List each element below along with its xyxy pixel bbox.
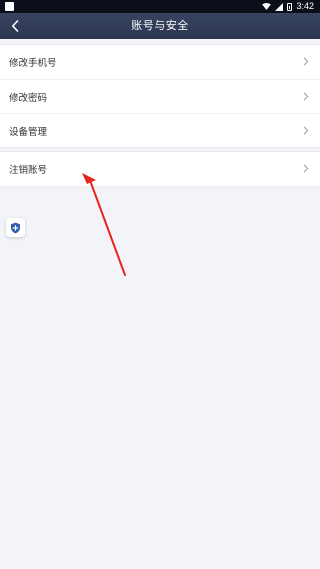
list-item-change-phone[interactable]: 修改手机号 — [0, 45, 320, 79]
chevron-right-icon — [303, 126, 309, 135]
list-item-label: 修改手机号 — [9, 58, 57, 69]
status-bar: 3:42 — [0, 0, 320, 13]
battery-icon — [287, 2, 293, 11]
notification-icon — [5, 2, 14, 11]
list-item-label: 设备管理 — [9, 126, 48, 138]
wifi-icon — [262, 3, 272, 10]
floating-shield-button[interactable] — [6, 218, 25, 237]
chevron-right-icon — [303, 92, 309, 101]
settings-group-account: 修改手机号 修改密码 设备管理 — [0, 44, 320, 148]
chevron-right-icon — [303, 164, 309, 173]
list-item-device-management[interactable]: 设备管理 — [0, 113, 320, 147]
chevron-right-icon — [303, 57, 309, 66]
list-item-label: 注销账号 — [9, 165, 48, 176]
status-icons: 3:42 — [262, 0, 314, 13]
list-item-label: 修改密码 — [9, 92, 48, 104]
nav-bar: 账号与安全 — [0, 13, 320, 39]
list-item-change-password[interactable]: 修改密码 — [0, 79, 320, 113]
page-title: 账号与安全 — [131, 19, 189, 32]
shield-plus-icon — [11, 222, 20, 233]
list-item-deactivate-account[interactable]: 注销账号 — [0, 152, 320, 186]
signal-icon — [275, 2, 284, 11]
status-time: 3:42 — [296, 1, 314, 11]
settings-group-deactivate: 注销账号 — [0, 151, 320, 187]
